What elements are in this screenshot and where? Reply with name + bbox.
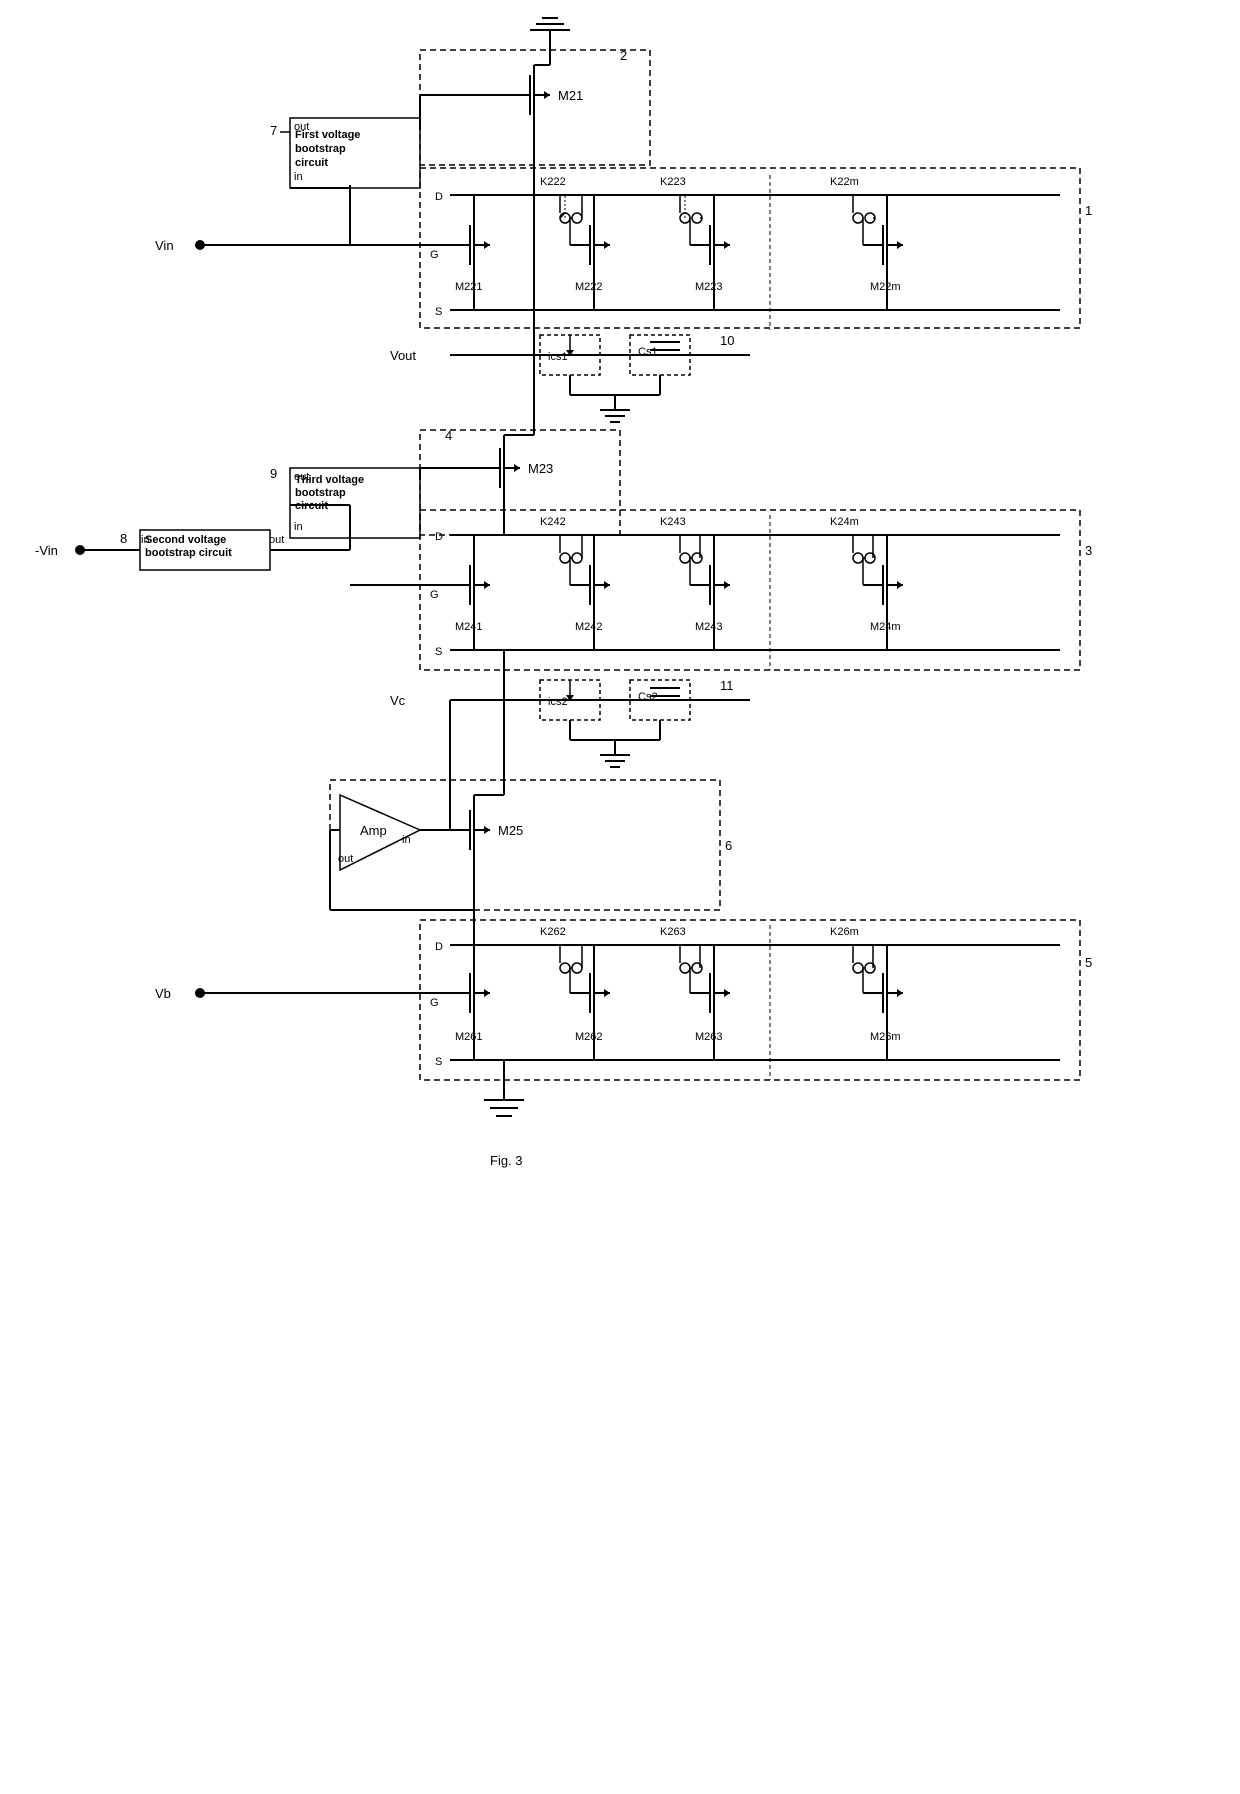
second-bootstrap-label2: bootstrap circuit: [145, 547, 232, 559]
m241-label: M241: [455, 621, 483, 633]
ics2-label: ics2: [548, 696, 568, 708]
k263-label: K263: [660, 926, 686, 938]
vc-label: Vc: [390, 693, 406, 708]
num8: 8: [120, 531, 127, 546]
k222-label: K222: [540, 176, 566, 188]
m25-label: M25: [498, 823, 523, 838]
amp-in: in: [402, 834, 411, 846]
vout-label: Vout: [390, 348, 416, 363]
d-label-bot: D: [435, 941, 443, 953]
m23-label: M23: [528, 461, 553, 476]
m223-label: M223: [695, 281, 723, 293]
g-label-mid: G: [430, 589, 439, 601]
d-label-mid: D: [435, 531, 443, 543]
num3: 3: [1085, 543, 1092, 558]
num6: 6: [725, 838, 732, 853]
third-bootstrap-in: in: [294, 521, 303, 533]
s-label-top: S: [435, 306, 442, 318]
m26m-label: M26m: [870, 1031, 901, 1043]
num9: 9: [270, 466, 277, 481]
m262-label: M262: [575, 1031, 603, 1043]
num11: 11: [720, 678, 734, 693]
k26m-label: K26m: [830, 926, 859, 938]
m242-label: M242: [575, 621, 603, 633]
m261-label: M261: [455, 1031, 483, 1043]
m22m-label: M22m: [870, 281, 901, 293]
k262-label: K262: [540, 926, 566, 938]
cs1-label: Cs1: [638, 346, 658, 358]
s-label-bot: S: [435, 1056, 442, 1068]
num7: 7: [270, 123, 277, 138]
k223-label: K223: [660, 176, 686, 188]
g-label-bot: G: [430, 997, 439, 1009]
m21-label: M21: [558, 88, 583, 103]
s-label-mid: S: [435, 646, 442, 658]
first-bootstrap-out: out: [294, 121, 309, 133]
first-bootstrap-in: in: [294, 171, 303, 183]
d-label-top: D: [435, 191, 443, 203]
num10: 10: [720, 333, 734, 348]
num4: 4: [445, 428, 452, 443]
neg-vin-label: -Vin: [35, 543, 58, 558]
m24m-label: M24m: [870, 621, 901, 633]
first-bootstrap-label2: bootstrap: [295, 143, 346, 155]
first-bootstrap-label3: circuit: [295, 157, 328, 169]
k243-label: K243: [660, 516, 686, 528]
k22m-label: K22m: [830, 176, 859, 188]
diagram-container: M21 2 First voltage bootstrap circuit ou…: [0, 0, 1240, 1789]
k242-label: K242: [540, 516, 566, 528]
second-bootstrap-out: out: [269, 534, 284, 546]
amp-out: out: [338, 853, 353, 865]
second-bootstrap-in: in: [141, 534, 150, 546]
m263-label: M263: [695, 1031, 723, 1043]
fig-caption: Fig. 3: [490, 1153, 523, 1168]
ics1-label: ics1: [548, 351, 568, 363]
amp-label: Amp: [360, 823, 387, 838]
num5: 5: [1085, 955, 1092, 970]
third-bootstrap-out: out: [294, 471, 309, 483]
m222-label: M222: [575, 281, 603, 293]
num1: 1: [1085, 203, 1092, 218]
vin-label: Vin: [155, 238, 174, 253]
k24m-label: K24m: [830, 516, 859, 528]
g-label-top: G: [430, 249, 439, 261]
m221-label: M221: [455, 281, 483, 293]
vb-label: Vb: [155, 986, 171, 1001]
m243-label: M243: [695, 621, 723, 633]
second-bootstrap-label: Second voltage: [145, 534, 226, 546]
third-bootstrap-label2: bootstrap: [295, 487, 346, 499]
